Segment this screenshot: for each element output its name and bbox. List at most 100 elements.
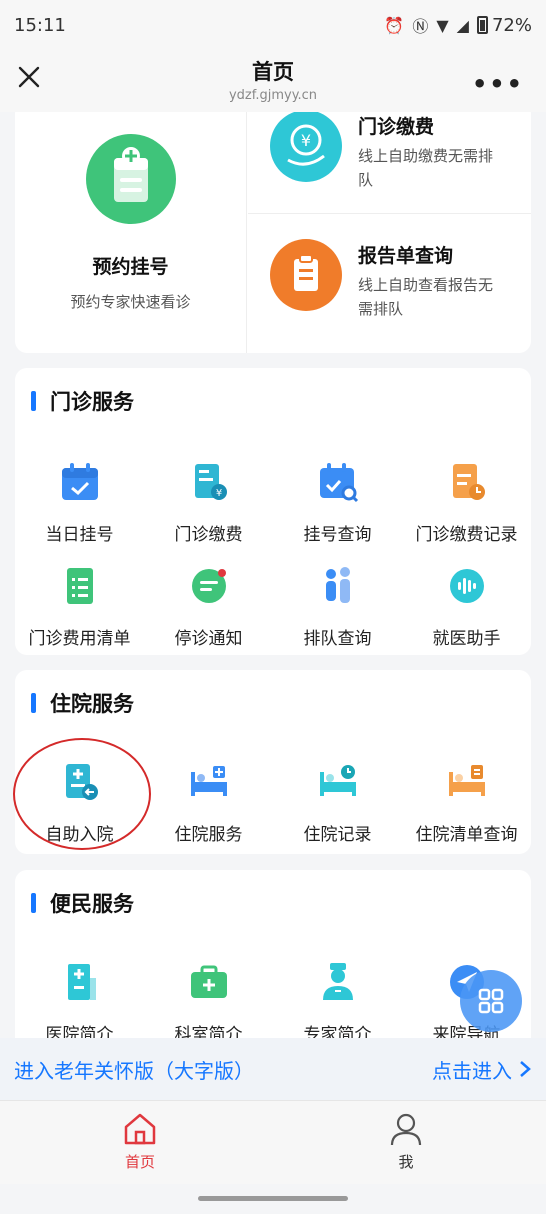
calendar-check-icon — [61, 463, 98, 500]
page-url: ydzf.gjmyy.cn — [228, 88, 318, 103]
home-icon — [124, 1113, 156, 1145]
grid-item-label: 医院简介 — [45, 1025, 114, 1038]
battery-icon — [476, 16, 488, 34]
grid-item-suspension-notice[interactable]: 停诊通知 — [144, 564, 273, 649]
elder-mode-enter[interactable]: 点击进入 — [432, 1055, 532, 1084]
grid-item-expert-intro[interactable]: 专家简介 — [273, 960, 402, 1038]
close-icon[interactable] — [14, 62, 44, 92]
grid-item-label: 住院记录 — [303, 825, 372, 845]
grid-item-label: 门诊缴费 — [174, 525, 243, 545]
grid-item-fee-list[interactable]: 门诊费用清单 — [15, 564, 144, 649]
payment-record-icon — [452, 464, 485, 500]
bed-record-icon — [319, 765, 356, 796]
outpatient-section: 门诊服务 当日挂号 ¥ 门诊缴费 挂号查询 门诊缴费记录 门诊费用清单 停诊通知… — [15, 368, 531, 655]
inpatient-header: 住院服务 — [31, 688, 134, 718]
grid-item-label: 住院服务 — [174, 825, 243, 845]
signal-icon: ◢ — [456, 15, 469, 35]
grid-item-register-query[interactable]: 挂号查询 — [273, 460, 402, 545]
grid-item-label: 专家简介 — [303, 1025, 372, 1038]
tab-home[interactable]: 首页 — [80, 1111, 200, 1172]
payment-desc: 线上自助缴费无需排队 — [358, 147, 494, 189]
grid-item-inpatient-record[interactable]: 住院记录 — [273, 760, 402, 845]
nfc-icon: Ⓝ — [412, 17, 429, 36]
appointment-desc: 预约专家快速看诊 — [70, 293, 191, 311]
tab-me-label: 我 — [398, 1153, 414, 1171]
grid-item-payment-record[interactable]: 门诊缴费记录 — [402, 460, 531, 545]
grid-item-medical-assistant[interactable]: 就医助手 — [402, 564, 531, 649]
nav-bar: 首页 ydzf.gjmyy.cn ••• — [0, 50, 546, 112]
grid-item-label: 排队查询 — [303, 629, 372, 649]
report-tile[interactable]: 报告单查询 线上自助查看报告无需排队 — [248, 215, 531, 353]
user-icon — [390, 1113, 422, 1146]
grid-item-inpatient-list[interactable]: 住院清单查询 — [402, 760, 531, 845]
status-icons: ⏰ Ⓝ ▼ ◢ 72% — [384, 13, 532, 37]
appointment-title: 预约挂号 — [92, 256, 169, 278]
grid-item-department-intro[interactable]: 科室简介 — [144, 960, 273, 1038]
payment-icon: ¥ — [270, 112, 342, 182]
queue-people-icon — [325, 567, 350, 603]
svg-text:¥: ¥ — [301, 131, 311, 150]
svg-text:¥: ¥ — [215, 488, 221, 499]
bottom-tab-bar: 首页 我 — [0, 1100, 546, 1184]
quick-services-card: 预约挂号 预约专家快速看诊 ¥ 门诊缴费 线上自助缴费无需排队 报告单查询 线上… — [15, 112, 531, 353]
report-desc: 线上自助查看报告无需排队 — [358, 276, 494, 318]
status-bar: 15:11 ⏰ Ⓝ ▼ ◢ 72% — [0, 0, 546, 50]
grid-item-label: 停诊通知 — [174, 629, 243, 649]
bed-list-icon — [448, 765, 485, 796]
grid-item-outpatient-payment[interactable]: ¥ 门诊缴费 — [144, 460, 273, 545]
grid-item-label: 就医助手 — [432, 629, 501, 649]
outpatient-header: 门诊服务 — [31, 386, 134, 416]
inpatient-title: 住院服务 — [50, 692, 134, 716]
appointment-tile[interactable]: 预约挂号 预约专家快速看诊 — [15, 112, 247, 353]
grid-item-label: 门诊缴费记录 — [415, 525, 518, 545]
floating-menu-button[interactable] — [460, 970, 522, 1032]
doctor-icon — [322, 963, 353, 1000]
section-accent-bar — [31, 391, 36, 411]
elder-mode-bar[interactable]: 进入老年关怀版（大字版） 点击进入 — [0, 1038, 546, 1100]
status-time: 15:11 — [14, 14, 66, 36]
grid-menu-icon — [478, 988, 504, 1014]
grid-item-inpatient-service[interactable]: 住院服务 — [144, 760, 273, 845]
hospital-building-icon — [67, 964, 96, 1000]
tab-home-label: 首页 — [124, 1153, 155, 1171]
content-scroll[interactable]: 预约挂号 预约专家快速看诊 ¥ 门诊缴费 线上自助缴费无需排队 报告单查询 线上… — [0, 112, 546, 1038]
outpatient-title: 门诊服务 — [50, 390, 134, 414]
page-title: 首页 — [252, 60, 294, 84]
grid-item-label: 挂号查询 — [303, 525, 372, 545]
grid-item-hospital-intro[interactable]: 医院简介 — [15, 960, 144, 1038]
calendar-search-icon — [319, 463, 358, 503]
grid-item-label: 住院清单查询 — [415, 825, 518, 845]
alarm-icon: ⏰ — [384, 15, 405, 35]
notice-bubble-icon — [191, 569, 226, 603]
medical-kit-icon — [190, 965, 227, 998]
payment-title: 门诊缴费 — [358, 116, 435, 138]
grid-item-queue-query[interactable]: 排队查询 — [273, 564, 402, 649]
convenience-title: 便民服务 — [50, 892, 134, 916]
convenience-header: 便民服务 — [31, 888, 134, 918]
section-accent-bar — [31, 893, 36, 913]
grid-item-label: 科室简介 — [174, 1025, 243, 1038]
payment-doc-icon: ¥ — [194, 464, 227, 500]
gesture-bar[interactable] — [198, 1196, 348, 1201]
voice-assistant-icon — [449, 569, 484, 603]
wifi-icon: ▼ — [436, 15, 449, 35]
chevron-right-icon — [520, 1061, 531, 1077]
battery-percent: 72% — [491, 14, 532, 36]
fee-list-icon — [66, 568, 93, 604]
report-title: 报告单查询 — [358, 245, 454, 267]
hospital-bed-icon — [190, 766, 227, 796]
tab-me[interactable]: 我 — [346, 1111, 466, 1172]
appointment-icon — [85, 134, 176, 224]
section-accent-bar — [31, 693, 36, 713]
highlight-annotation — [13, 738, 151, 850]
elder-mode-enter-label: 点击进入 — [432, 1058, 512, 1083]
more-icon[interactable]: ••• — [472, 70, 524, 98]
grid-item-same-day-register[interactable]: 当日挂号 — [15, 460, 144, 545]
grid-item-label: 门诊费用清单 — [28, 629, 131, 649]
convenience-section: 便民服务 医院简介 科室简介 专家简介 来院导航 — [15, 870, 531, 1038]
battery: 72% — [476, 14, 532, 36]
elder-mode-label[interactable]: 进入老年关怀版（大字版） — [14, 1055, 432, 1084]
grid-item-label: 当日挂号 — [45, 525, 114, 545]
report-icon — [270, 239, 342, 311]
payment-tile[interactable]: ¥ 门诊缴费 线上自助缴费无需排队 — [248, 112, 531, 214]
